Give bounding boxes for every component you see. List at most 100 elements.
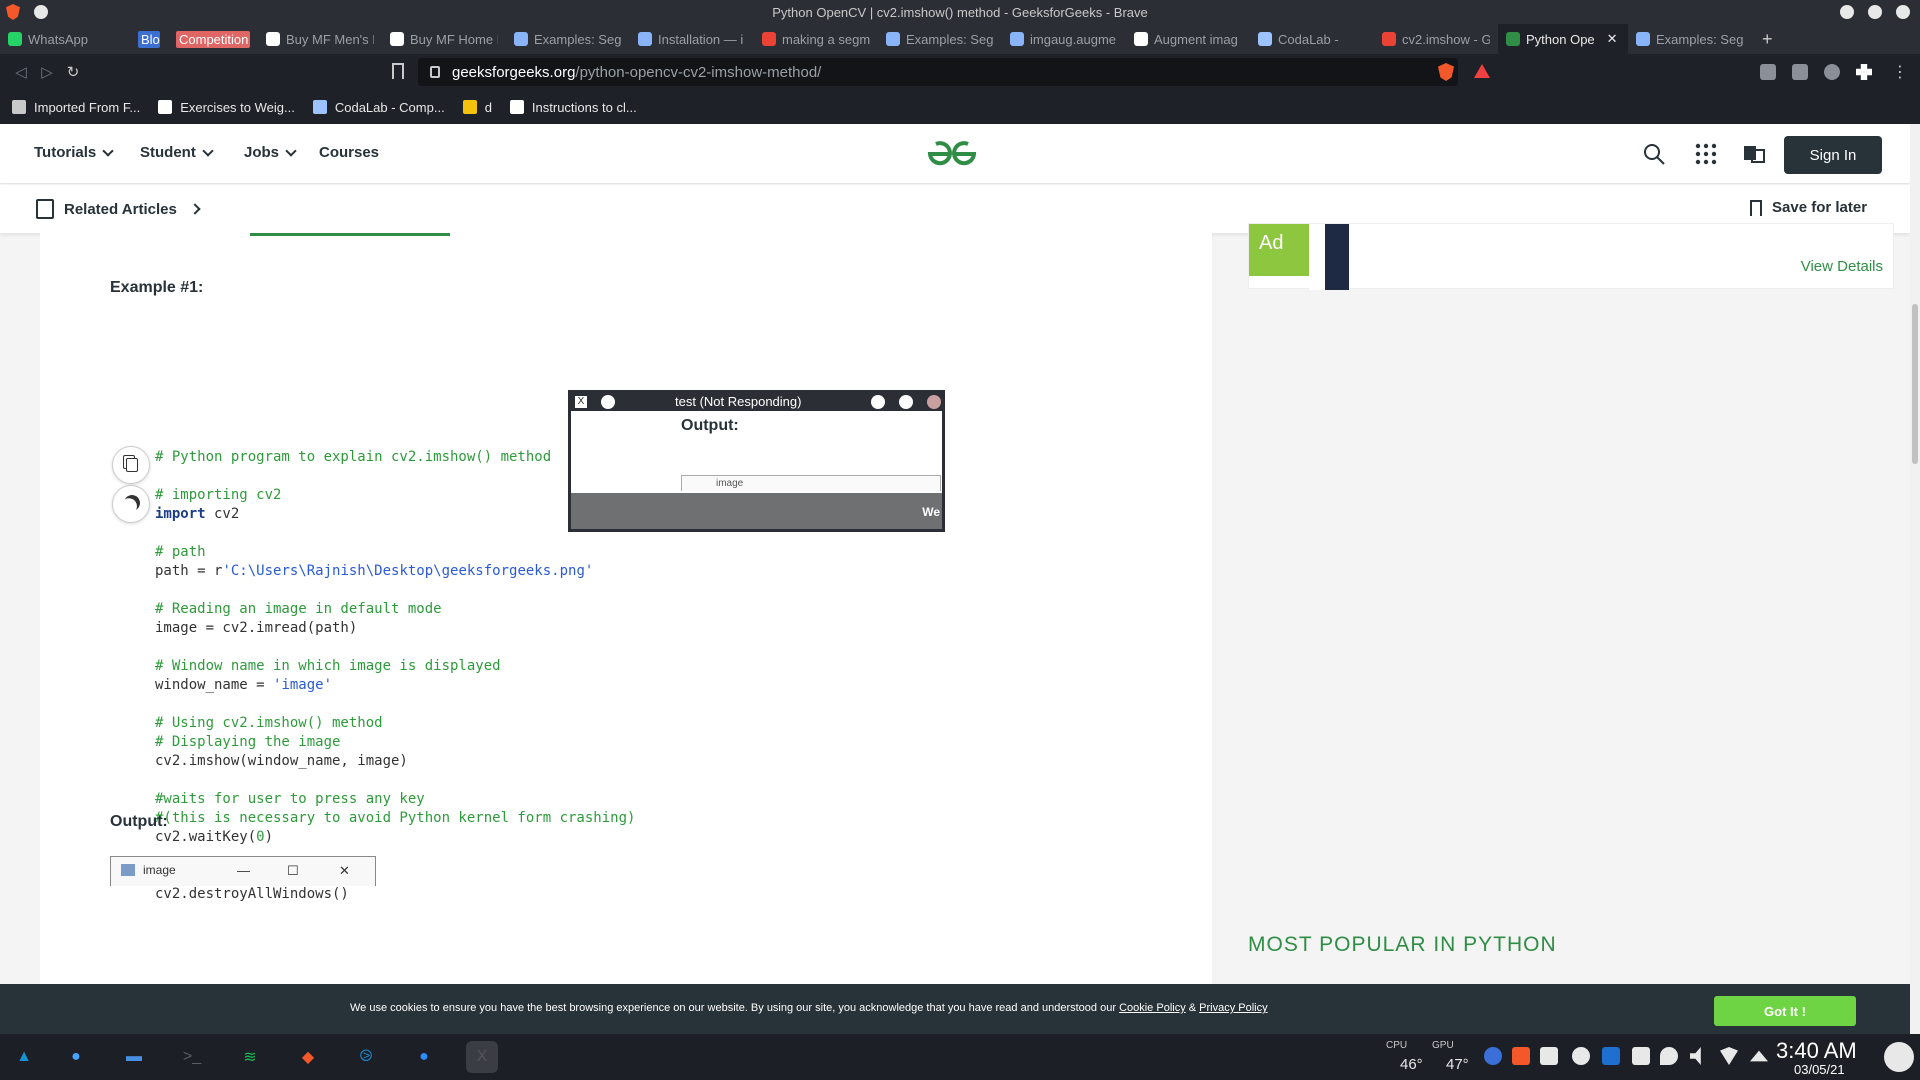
apps-grid-icon[interactable] — [1694, 142, 1718, 166]
tab[interactable]: Competition — [168, 24, 258, 54]
clock-date[interactable]: 03/05/21 — [1794, 1062, 1845, 1077]
code-token: cv2.imshow(window_name, image) — [155, 753, 408, 769]
extension-icon[interactable] — [1792, 64, 1808, 80]
gpu-temp: 47° — [1446, 1056, 1469, 1073]
blue-circle-app-icon[interactable]: ● — [60, 1041, 92, 1073]
tab[interactable]: imgaug.augme — [1002, 24, 1126, 54]
bookmark-item[interactable]: Imported From F... — [12, 100, 140, 115]
code-token: #waits for user to press any key — [155, 791, 425, 807]
page-scrollbar[interactable] — [1910, 124, 1920, 1034]
tab[interactable]: making a segm — [754, 24, 878, 54]
test-window[interactable]: X test (Not Responding) Output: image We — [568, 390, 945, 532]
dark-mode-toggle[interactable] — [112, 485, 150, 523]
related-articles-button[interactable]: Related Articles — [36, 199, 201, 219]
translate-icon[interactable] — [1742, 142, 1766, 166]
file-manager-icon[interactable]: ▬ — [118, 1041, 150, 1073]
brave-tray-icon[interactable] — [1512, 1047, 1530, 1065]
tab[interactable]: Blog — [130, 24, 168, 54]
bookmark-item[interactable]: CodaLab - Comp... — [312, 100, 445, 115]
tab[interactable]: Examples: Segm — [1628, 24, 1752, 54]
terminal-tray-icon[interactable] — [1602, 1047, 1620, 1065]
brave-icon[interactable]: ◆ — [292, 1041, 324, 1073]
whatsapp-icon — [8, 32, 22, 46]
document-icon — [36, 199, 54, 219]
related-articles-label: Related Articles — [64, 200, 177, 218]
pin-icon[interactable] — [601, 395, 615, 409]
nav-courses[interactable]: Courses — [319, 144, 379, 161]
extension-icon[interactable] — [1824, 64, 1840, 80]
pin-icon[interactable] — [34, 5, 48, 19]
spotify-icon[interactable]: ≋ — [234, 1041, 266, 1073]
ad-card[interactable]: Ad View Details — [1248, 223, 1894, 290]
brave-rewards-icon[interactable] — [1474, 64, 1490, 78]
search-icon[interactable] — [1642, 142, 1666, 166]
cookie-policy-link[interactable]: Cookie Policy — [1119, 1002, 1186, 1014]
tab-label: Blog — [138, 30, 160, 48]
extension-icon[interactable] — [1760, 64, 1776, 80]
new-tab-button[interactable]: + — [1752, 29, 1783, 50]
address-bar[interactable]: geeksforgeeks.org/python-opencv-cv2-imsh… — [418, 58, 1458, 86]
printer-tray-icon[interactable] — [1540, 1047, 1558, 1065]
pause-tray-icon[interactable] — [1572, 1047, 1590, 1065]
tab[interactable]: WhatsApp — [0, 24, 130, 54]
menu-icon[interactable]: ⋮ — [1892, 62, 1908, 82]
codalab-icon — [312, 100, 327, 114]
test-window-titlebar[interactable]: X test (Not Responding) — [571, 393, 942, 411]
volume-icon[interactable] — [1690, 1047, 1701, 1065]
gfg-logo[interactable] — [924, 138, 980, 170]
nav-student[interactable]: Student — [140, 144, 214, 161]
arch-launcher-icon[interactable]: ▲ — [8, 1041, 40, 1073]
minimize-button[interactable] — [871, 395, 885, 409]
extensions-puzzle-icon[interactable] — [1856, 64, 1872, 80]
close-tab-icon[interactable]: ✕ — [1607, 31, 1618, 47]
got-it-button[interactable]: Got It ! — [1714, 996, 1856, 1026]
back-button[interactable]: ◁ — [8, 63, 34, 81]
close-button[interactable] — [927, 395, 941, 409]
location-tray-icon[interactable] — [1660, 1047, 1678, 1065]
tab[interactable]: cv2.imshow - G — [1374, 24, 1498, 54]
view-details-link[interactable]: View Details — [1801, 258, 1883, 275]
terminal-icon[interactable]: >_ — [176, 1041, 208, 1073]
folder-icon — [12, 100, 26, 114]
tab[interactable]: Buy MF Home I — [382, 24, 506, 54]
maximize-button[interactable] — [1868, 5, 1882, 19]
minimize-button[interactable] — [1840, 5, 1854, 19]
frozen-image-window: image — [681, 475, 941, 491]
codalab-icon — [1258, 32, 1272, 46]
tray-expand-icon[interactable] — [1750, 1050, 1768, 1062]
tab[interactable]: Python Ope ✕ — [1498, 24, 1628, 54]
nav-tutorials[interactable]: Tutorials — [34, 144, 114, 161]
sign-in-button[interactable]: Sign In — [1784, 136, 1882, 174]
maximize-button[interactable] — [899, 395, 913, 409]
close-icon: ✕ — [339, 863, 350, 878]
tab[interactable]: Examples: Segm — [878, 24, 1002, 54]
bookmark-page-icon[interactable] — [392, 63, 404, 79]
wifi-icon[interactable] — [1720, 1047, 1738, 1065]
scrollbar-thumb[interactable] — [1912, 304, 1918, 464]
vscode-icon[interactable]: ⧁ — [350, 1041, 382, 1073]
bookmark-item[interactable]: Exercises to Weig... — [158, 100, 295, 115]
tab-label: making a segm — [782, 31, 870, 47]
clock-time[interactable]: 3:40 AM — [1776, 1038, 1857, 1064]
tab[interactable]: Augment imag — [1126, 24, 1250, 54]
chat-icon[interactable]: ● — [408, 1041, 440, 1073]
reload-button[interactable]: ↻ — [60, 63, 86, 81]
bookmark-item[interactable]: Instructions to cl... — [509, 100, 637, 115]
save-for-later-button[interactable]: Save for later — [1750, 199, 1867, 216]
github-icon — [1134, 32, 1148, 46]
tab[interactable]: Examples: Segm — [506, 24, 630, 54]
x-window-icon[interactable]: X — [466, 1041, 498, 1073]
close-window-button[interactable] — [1896, 5, 1910, 19]
tab[interactable]: CodaLab - — [1250, 24, 1374, 54]
tab[interactable]: Installation — i — [630, 24, 754, 54]
user-avatar[interactable] — [1884, 1042, 1914, 1072]
tab[interactable]: Buy MF Men's I — [258, 24, 382, 54]
lock-icon[interactable] — [430, 66, 440, 78]
clipboard-tray-icon[interactable] — [1632, 1047, 1650, 1065]
copy-code-button[interactable] — [112, 446, 150, 484]
nav-jobs[interactable]: Jobs — [244, 144, 297, 161]
bookmark-item[interactable]: d — [462, 100, 492, 115]
forward-button[interactable]: ▷ — [34, 63, 60, 81]
privacy-policy-link[interactable]: Privacy Policy — [1199, 1002, 1267, 1014]
info-tray-icon[interactable] — [1484, 1047, 1502, 1065]
